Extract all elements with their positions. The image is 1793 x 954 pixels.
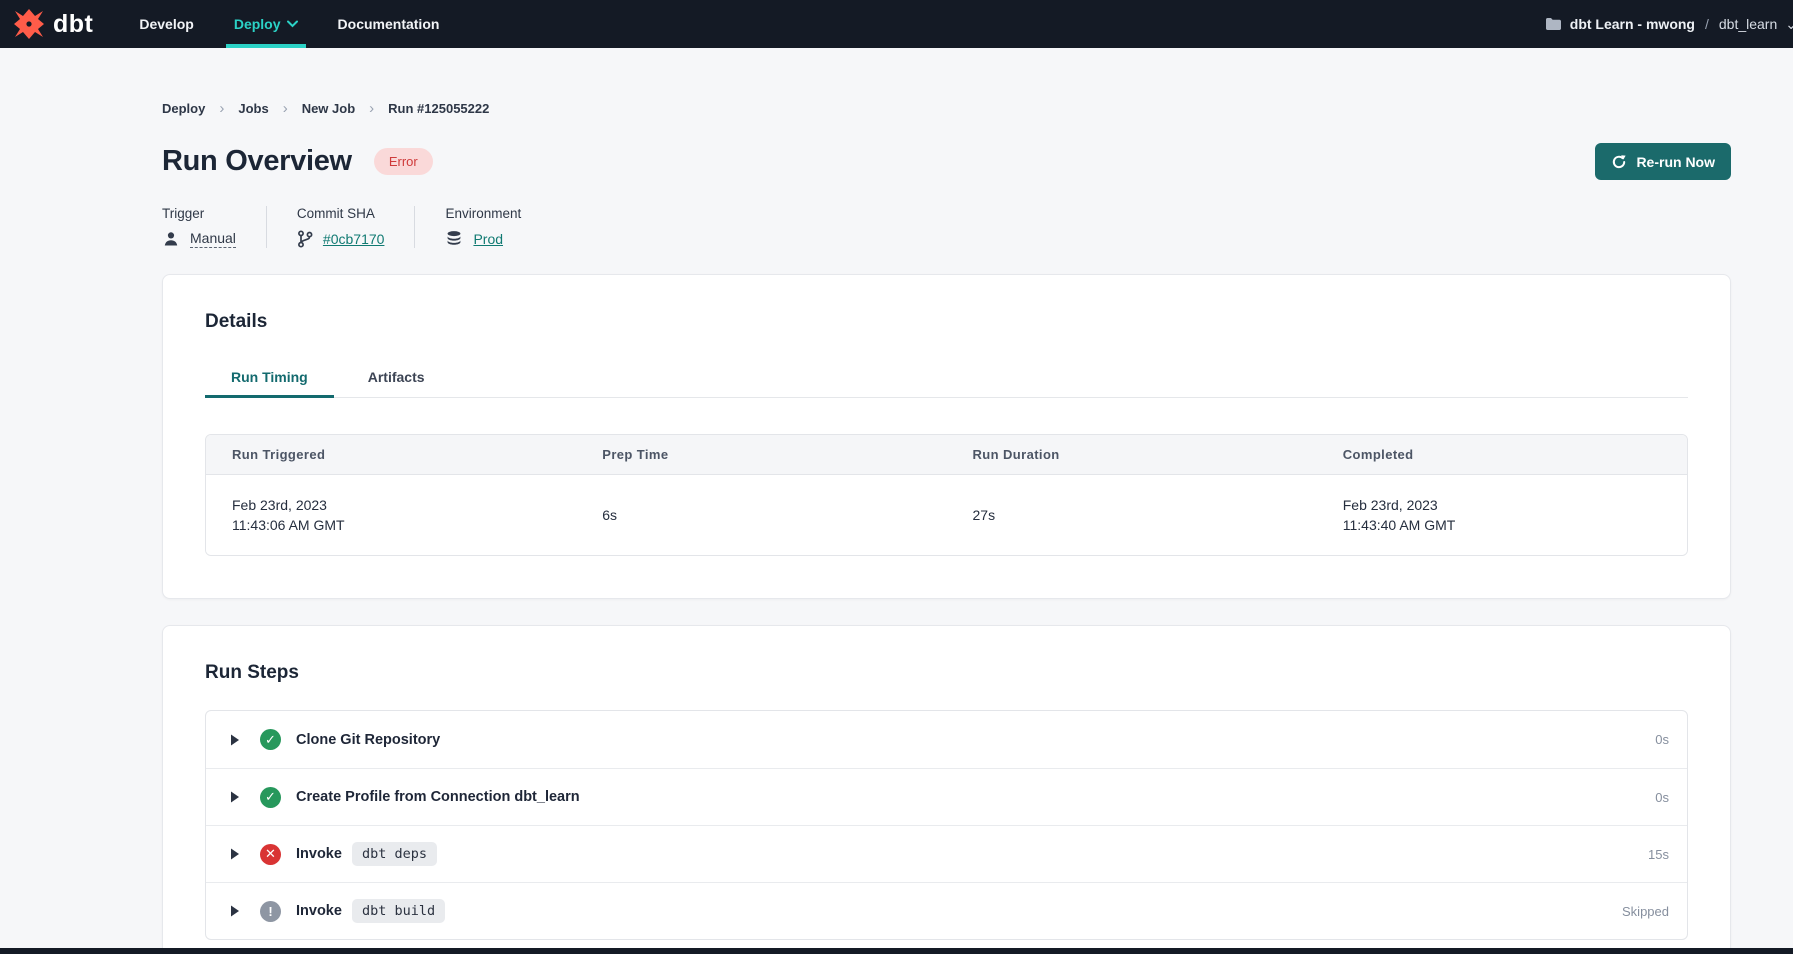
meta-commit-sha: Commit SHA #0cb7170 (266, 206, 415, 248)
trigger-value[interactable]: Manual (190, 230, 236, 248)
top-nav: dbt Develop Deploy Documentation dbt Lea… (0, 0, 1793, 48)
success-check-icon: ✓ (260, 729, 281, 750)
step-duration: Skipped (1622, 904, 1669, 919)
account-environment-name: dbt_learn (1719, 16, 1777, 32)
dbt-logo[interactable]: dbt (0, 0, 119, 48)
account-switcher[interactable]: dbt Learn - mwong / dbt_learn ⌄ (1545, 0, 1793, 48)
refresh-icon (1611, 154, 1627, 170)
chevron-right-icon: › (283, 100, 288, 117)
environment-link[interactable]: Prod (473, 231, 503, 247)
step-row-invoke-dbt-build[interactable]: ! Invoke dbt build Skipped (206, 882, 1687, 939)
tab-artifacts[interactable]: Artifacts (342, 359, 451, 397)
nav-item-develop[interactable]: Develop (119, 0, 213, 48)
step-label: Invoke (296, 903, 342, 919)
rerun-now-button[interactable]: Re-run Now (1595, 143, 1731, 180)
expand-caret-icon[interactable] (230, 734, 241, 746)
step-label: Invoke (296, 846, 342, 862)
step-command-chip: dbt build (352, 899, 445, 923)
breadcrumb-deploy[interactable]: Deploy (162, 101, 205, 116)
commit-sha-label: Commit SHA (297, 206, 385, 221)
col-prep-time: Prep Time (576, 435, 946, 474)
chevron-right-icon: › (219, 100, 224, 117)
step-row-invoke-dbt-deps[interactable]: ✕ Invoke dbt deps 15s (206, 825, 1687, 882)
cell-prep-time: 6s (576, 475, 946, 555)
step-duration: 0s (1655, 732, 1669, 747)
git-branch-icon (297, 230, 313, 248)
meta-trigger: Trigger Manual (162, 206, 266, 248)
skipped-exclaim-icon: ! (260, 901, 281, 922)
expand-caret-icon[interactable] (230, 905, 241, 917)
run-steps-card: Run Steps ✓ Clone Git Repository 0s ✓ Cr… (162, 625, 1731, 954)
breadcrumb: Deploy › Jobs › New Job › Run #125055222 (162, 100, 1731, 117)
run-steps-list: ✓ Clone Git Repository 0s ✓ Create Profi… (205, 710, 1688, 940)
step-row-clone-git[interactable]: ✓ Clone Git Repository 0s (206, 711, 1687, 768)
status-badge: Error (374, 148, 433, 175)
trigger-label: Trigger (162, 206, 236, 221)
dbt-logo-text: dbt (53, 10, 93, 39)
run-timing-table: Run Triggered Prep Time Run Duration Com… (205, 434, 1688, 556)
col-completed: Completed (1317, 435, 1687, 474)
step-duration: 0s (1655, 790, 1669, 805)
table-row: Feb 23rd, 2023 11:43:06 AM GMT 6s 27s Fe… (206, 475, 1687, 555)
details-title: Details (205, 311, 1688, 333)
run-meta: Trigger Manual Commit SHA #0cb7170 Envir… (162, 206, 1731, 248)
breadcrumb-run-number: Run #125055222 (388, 101, 489, 116)
cell-run-duration: 27s (947, 475, 1317, 555)
nav-item-deploy[interactable]: Deploy (214, 0, 318, 48)
account-project-name: dbt Learn - mwong (1570, 16, 1695, 32)
nav-items: Develop Deploy Documentation (119, 0, 459, 48)
account-separator: / (1703, 16, 1711, 32)
expand-caret-icon[interactable] (230, 791, 241, 803)
table-header-row: Run Triggered Prep Time Run Duration Com… (206, 435, 1687, 475)
breadcrumb-jobs[interactable]: Jobs (238, 101, 268, 116)
person-icon (162, 230, 180, 248)
dbt-logo-icon (12, 7, 46, 41)
expand-caret-icon[interactable] (230, 848, 241, 860)
commit-sha-link[interactable]: #0cb7170 (323, 231, 385, 247)
error-cross-icon: ✕ (260, 844, 281, 865)
chevron-right-icon: › (369, 100, 374, 117)
step-row-create-profile[interactable]: ✓ Create Profile from Connection dbt_lea… (206, 768, 1687, 825)
run-steps-title: Run Steps (205, 662, 1688, 684)
step-duration: 15s (1648, 847, 1669, 862)
tab-run-timing[interactable]: Run Timing (205, 359, 334, 397)
chevron-down-icon: ⌄ (1785, 16, 1793, 33)
title-row: Run Overview Error Re-run Now (162, 143, 1731, 180)
meta-environment: Environment Prod (414, 206, 551, 248)
details-tabs: Run Timing Artifacts (205, 359, 1688, 398)
bottom-edge-strip (0, 948, 1793, 954)
step-label: Clone Git Repository (296, 732, 440, 748)
chevron-down-icon (287, 20, 298, 28)
details-card: Details Run Timing Artifacts Run Trigger… (162, 274, 1731, 599)
breadcrumb-new-job[interactable]: New Job (302, 101, 355, 116)
nav-item-documentation[interactable]: Documentation (318, 0, 460, 48)
cell-run-triggered: Feb 23rd, 2023 11:43:06 AM GMT (206, 475, 576, 555)
step-command-chip: dbt deps (352, 842, 437, 866)
col-run-triggered: Run Triggered (206, 435, 576, 474)
page-title: Run Overview (162, 145, 352, 178)
step-label: Create Profile from Connection dbt_learn (296, 789, 580, 805)
success-check-icon: ✓ (260, 787, 281, 808)
folder-icon (1545, 17, 1562, 31)
col-run-duration: Run Duration (947, 435, 1317, 474)
environment-label: Environment (445, 206, 521, 221)
cell-completed: Feb 23rd, 2023 11:43:40 AM GMT (1317, 475, 1687, 555)
database-icon (445, 230, 463, 248)
page-content: Deploy › Jobs › New Job › Run #125055222… (0, 48, 1793, 954)
